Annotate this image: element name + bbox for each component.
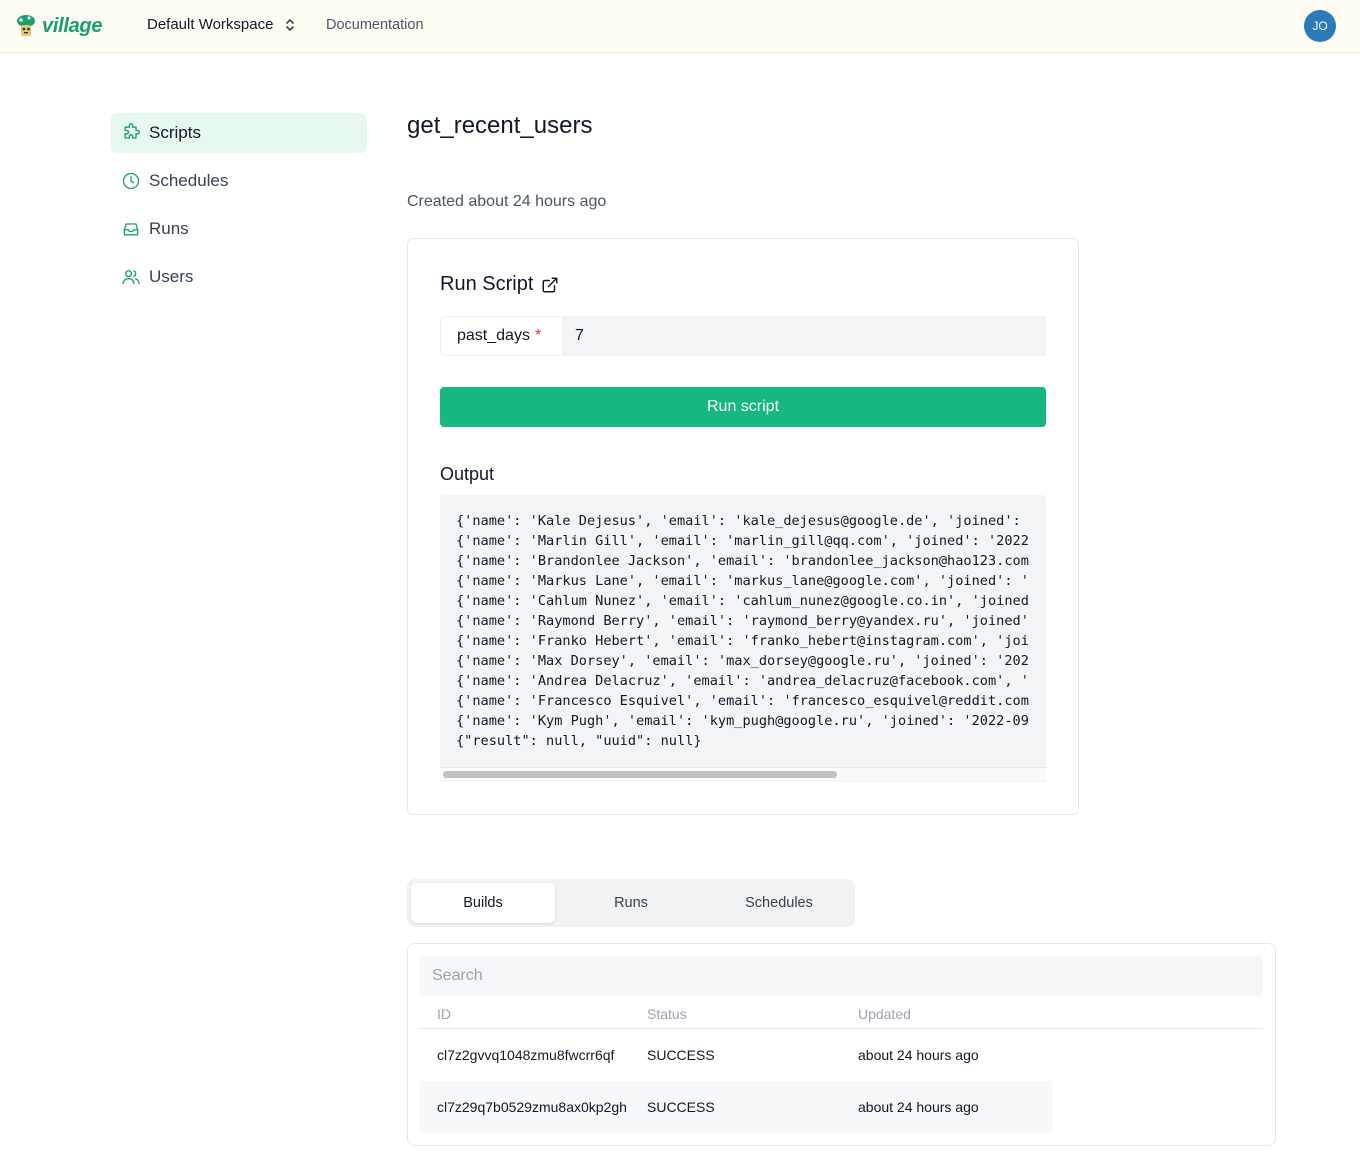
output-line: {'name': 'Kale Dejesus', 'email': 'kale_… [456,513,1029,529]
external-link-icon[interactable] [541,276,559,294]
tab-bar: Builds Runs Schedules [407,879,855,927]
puzzle-icon [121,123,141,143]
village-logo-icon [14,13,38,39]
brand-logo[interactable]: village [14,13,102,39]
top-bar: village Default Workspace Documentation … [0,0,1360,53]
output-line: {'name': 'Andrea Delacruz', 'email': 'an… [456,673,1029,689]
output-line: {'name': 'Franko Hebert', 'email': 'fran… [456,633,1029,649]
column-header-updated[interactable]: Updated [858,1006,911,1022]
build-id: cl7z29q7b0529zmu8ax0kp2gh [437,1099,627,1115]
build-updated: about 24 hours ago [858,1047,979,1063]
builds-panel: ID Status Updated cl7z2gvvq1048zmu8fwcrr… [407,943,1276,1146]
output-line: {"result": null, "uuid": null} [456,733,702,749]
users-icon [121,267,141,287]
build-status: SUCCESS [647,1099,715,1115]
documentation-link[interactable]: Documentation [326,17,424,33]
output-label: Output [440,464,495,484]
search-input[interactable] [420,956,1263,996]
sidebar-item-label: Users [149,267,194,286]
param-past-days: past_days * [440,316,1046,356]
run-script-heading: Run Script [440,273,559,296]
sidebar-item-label: Scripts [149,123,201,142]
sidebar-item-runs[interactable]: Runs [111,209,367,249]
output-line: {'name': 'Francesco Esquivel', 'email': … [456,693,1029,709]
run-script-button[interactable]: Run script [440,387,1046,427]
run-script-card: Run Script past_days * Run script Output… [407,238,1079,815]
clock-icon [121,171,141,191]
output-line: {'name': 'Markus Lane', 'email': 'markus… [456,573,1029,589]
output-line: {'name': 'Brandonlee Jackson', 'email': … [456,553,1029,569]
table-row[interactable]: cl7z29q7b0529zmu8ax0kp2gh SUCCESS about … [420,1081,1052,1133]
output-line: {'name': 'Max Dorsey', 'email': 'max_dor… [456,653,1029,669]
horizontal-scrollbar[interactable] [440,767,1046,780]
scrollbar-thumb[interactable] [443,771,837,778]
tab-schedules[interactable]: Schedules [707,883,851,923]
workspace-selector[interactable]: Default Workspace [147,16,295,33]
avatar[interactable]: JO [1304,10,1336,42]
required-marker: * [534,327,542,344]
param-name: past_days [457,327,530,344]
output-line: {'name': 'Marlin Gill', 'email': 'marlin… [456,533,1029,549]
build-status: SUCCESS [647,1047,715,1063]
tab-builds[interactable]: Builds [411,883,555,923]
param-label: past_days * [440,316,563,356]
build-id: cl7z2gvvq1048zmu8fwcrr6qf [437,1047,615,1063]
workspace-name: Default Workspace [147,16,274,33]
page-title: get_recent_users [407,112,593,139]
sidebar-item-label: Runs [149,219,189,238]
output-text: {'name': 'Kale Dejesus', 'email': 'kale_… [456,511,1046,751]
chevron-up-down-icon [285,18,295,32]
table-row[interactable]: cl7z2gvvq1048zmu8fwcrr6qf SUCCESS about … [420,1029,1052,1081]
run-script-title: Run Script [440,273,534,295]
past-days-input[interactable] [563,316,1046,356]
sidebar-item-schedules[interactable]: Schedules [111,161,367,201]
output-panel: {'name': 'Kale Dejesus', 'email': 'kale_… [440,495,1046,782]
tab-runs[interactable]: Runs [559,883,703,923]
build-updated: about 24 hours ago [858,1099,979,1115]
created-timestamp: Created about 24 hours ago [407,193,607,210]
brand-name: village [42,14,103,37]
column-header-status[interactable]: Status [647,1006,687,1022]
sidebar-item-scripts[interactable]: Scripts [111,113,367,153]
column-header-id[interactable]: ID [437,1006,451,1022]
output-line: {'name': 'Kym Pugh', 'email': 'kym_pugh@… [456,713,1029,729]
sidebar-item-users[interactable]: Users [111,257,367,297]
output-line: {'name': 'Cahlum Nunez', 'email': 'cahlu… [456,593,1029,609]
sidebar-item-label: Schedules [149,171,229,190]
inbox-icon [121,219,141,239]
output-line: {'name': 'Raymond Berry', 'email': 'raym… [456,613,1029,629]
